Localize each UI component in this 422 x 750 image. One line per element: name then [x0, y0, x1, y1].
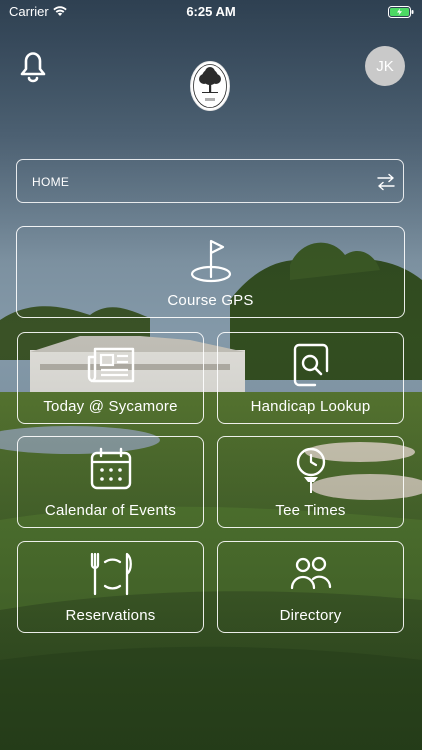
reservations-tile[interactable]: Reservations: [17, 541, 204, 633]
today-at-sycamore-label: Today @ Sycamore: [43, 398, 178, 415]
directory-tile[interactable]: Directory: [217, 541, 404, 633]
reservations-label: Reservations: [65, 607, 156, 624]
calendar-of-events-label: Calendar of Events: [44, 502, 177, 519]
handicap-lookup-tile[interactable]: Handicap Lookup: [217, 332, 404, 424]
today-at-sycamore-tile[interactable]: Today @ Sycamore: [17, 332, 204, 424]
directory-label: Directory: [279, 607, 342, 624]
battery-icon: [388, 5, 414, 23]
calendar-icon: [87, 447, 135, 491]
selector-label: HOME: [32, 175, 70, 189]
page-selector-dropdown[interactable]: HOME: [16, 159, 404, 203]
document-search-icon: [287, 343, 335, 387]
notifications-bell-icon[interactable]: [16, 47, 50, 83]
calendar-of-events-tile[interactable]: Calendar of Events: [17, 436, 204, 528]
newspaper-icon: [87, 343, 135, 387]
avatar-initials: JK: [376, 57, 394, 75]
clock-time: 6:25 AM: [186, 4, 236, 19]
course-gps-tile[interactable]: Course GPS: [16, 226, 405, 318]
club-logo: [189, 60, 231, 112]
handicap-lookup-label: Handicap Lookup: [250, 398, 371, 415]
swap-arrows-icon: [376, 173, 396, 191]
tee-times-tile[interactable]: Tee Times: [217, 436, 404, 528]
plate-cutlery-icon: [87, 552, 135, 596]
tee-times-label: Tee Times: [275, 502, 346, 519]
people-icon: [287, 552, 335, 596]
tee-clock-icon: [287, 447, 335, 493]
course-gps-label: Course GPS: [167, 292, 254, 309]
golf-flag-icon: [189, 237, 233, 285]
user-avatar[interactable]: JK: [365, 46, 405, 86]
status-bar: Carrier 6:25 AM: [0, 0, 422, 24]
